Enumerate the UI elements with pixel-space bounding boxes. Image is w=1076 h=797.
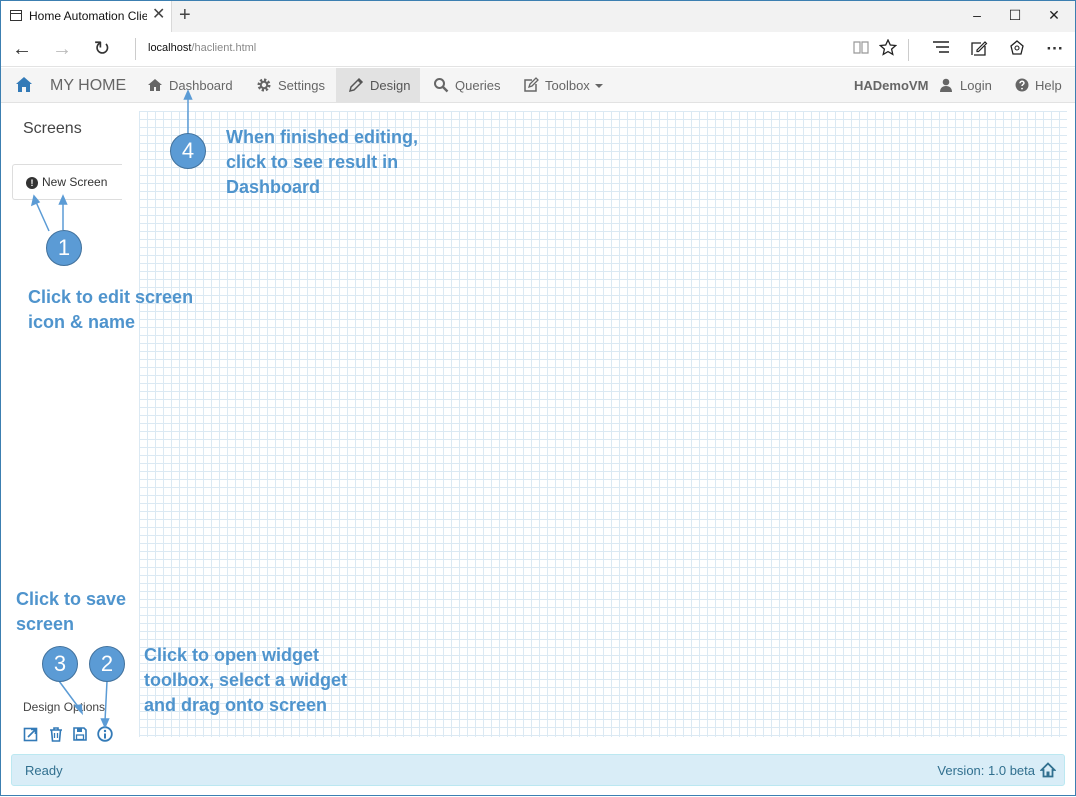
- annotation-2-line-1: Click to open widget: [144, 645, 320, 665]
- chevron-down-icon: [594, 84, 603, 88]
- forward-button[interactable]: →: [50, 38, 74, 60]
- brand-home-icon[interactable]: [15, 76, 33, 98]
- annotation-1-line-1: Click to edit screen: [28, 287, 194, 307]
- screen-item-new-screen[interactable]: ! New Screen: [12, 164, 122, 200]
- annotation-4-line-1: When finished editing,: [226, 127, 418, 147]
- title-bar: Home Automation Clien ✕ + – ☐ ✕: [1, 1, 1075, 32]
- refresh-button[interactable]: ↻: [90, 38, 114, 60]
- nav-dashboard-label: Dashboard: [169, 77, 233, 93]
- annotation-1-line-2: icon & name: [28, 312, 136, 332]
- annotation-4-line-3: Dashboard: [226, 177, 321, 197]
- browser-tab[interactable]: Home Automation Clien ✕: [1, 1, 172, 32]
- address-separator: [135, 38, 136, 60]
- home-icon: [148, 79, 162, 91]
- question-icon: [1015, 78, 1029, 92]
- favorite-icon[interactable]: [877, 38, 899, 61]
- version-text: Version: 1.0 beta: [937, 763, 1035, 778]
- nav-help[interactable]: Help: [1015, 68, 1062, 102]
- more-icon[interactable]: ···: [1044, 39, 1066, 59]
- nav-help-label: Help: [1035, 77, 1062, 93]
- app-navbar: MY HOME Dashboard Settings Design Querie…: [1, 68, 1075, 103]
- pencil-icon: [348, 77, 364, 93]
- host-name: HADemoVM: [854, 77, 929, 93]
- callout-1: 1: [46, 230, 82, 266]
- reading-view-icon[interactable]: [850, 39, 872, 59]
- annotation-2-line-2: toolbox, select a widget: [144, 670, 348, 690]
- nav-settings-label: Settings: [278, 77, 325, 93]
- status-text: Ready: [25, 763, 63, 778]
- nav-queries[interactable]: Queries: [433, 68, 501, 102]
- save-icon[interactable]: [72, 726, 88, 742]
- export-icon[interactable]: [23, 726, 39, 742]
- brand-title[interactable]: MY HOME: [50, 77, 126, 95]
- annotation-2-line-3: and drag onto screen: [144, 695, 328, 715]
- tab-page-icon: [10, 10, 22, 21]
- annotation-3-line-1: Click to save: [16, 589, 127, 609]
- close-window-button[interactable]: ✕: [1044, 7, 1064, 23]
- annotation-1-text: Click to edit screen icon & name: [28, 285, 193, 335]
- url-field[interactable]: localhost/haclient.html: [148, 42, 256, 54]
- back-button[interactable]: ←: [10, 38, 34, 60]
- annotation-3-line-2: screen: [16, 614, 75, 634]
- nav-dashboard[interactable]: Dashboard: [147, 68, 233, 102]
- design-options-label: Design Options: [23, 700, 106, 714]
- callout-2: 2: [89, 646, 125, 682]
- widget-icon[interactable]: [97, 726, 113, 742]
- url-path: /haclient.html: [191, 42, 257, 54]
- address-bar: ← → ↻ localhost/haclient.html ···: [1, 32, 1075, 67]
- nav-queries-label: Queries: [455, 77, 501, 93]
- annotation-4-line-2: click to see result in: [226, 152, 399, 172]
- toolbar-separator: [908, 39, 909, 61]
- nav-login-label: Login: [960, 77, 992, 93]
- nav-design[interactable]: Design: [336, 68, 420, 102]
- nav-settings[interactable]: Settings: [256, 68, 325, 102]
- web-note-icon[interactable]: [968, 39, 990, 62]
- tab-title: Home Automation Clien: [29, 9, 147, 23]
- status-bar: Ready Version: 1.0 beta: [11, 754, 1065, 786]
- nav-toolbox-label: Toolbox: [545, 77, 590, 93]
- callout-3: 3: [42, 646, 78, 682]
- nav-design-label: Design: [370, 77, 411, 93]
- url-host: localhost: [148, 42, 192, 54]
- browser-window: Home Automation Clien ✕ + – ☐ ✕ ← → ↻ lo…: [0, 0, 1076, 796]
- share-icon[interactable]: [1006, 39, 1028, 62]
- user-icon: [940, 78, 952, 92]
- tab-close-icon[interactable]: ✕: [152, 6, 165, 24]
- hub-icon[interactable]: [930, 39, 952, 59]
- maximize-button[interactable]: ☐: [1005, 7, 1025, 23]
- trash-icon[interactable]: [48, 726, 64, 742]
- screen-item-label: New Screen: [42, 175, 108, 189]
- minimize-button[interactable]: –: [967, 7, 987, 23]
- edit-icon: [524, 77, 539, 92]
- annotation-4-text: When finished editing, click to see resu…: [226, 125, 418, 200]
- callout-4: 4: [170, 133, 206, 169]
- nav-toolbox[interactable]: Toolbox: [523, 68, 603, 102]
- search-icon: [434, 78, 449, 93]
- new-tab-button[interactable]: +: [179, 4, 191, 26]
- gear-icon: [257, 78, 271, 92]
- exclamation-icon: !: [26, 177, 38, 189]
- home-outline-icon[interactable]: [1039, 762, 1057, 783]
- screens-title: Screens: [23, 120, 82, 137]
- annotation-3-text: Click to save screen: [16, 587, 126, 637]
- nav-login[interactable]: Login: [939, 68, 992, 102]
- annotation-2-text: Click to open widget toolbox, select a w…: [144, 643, 347, 718]
